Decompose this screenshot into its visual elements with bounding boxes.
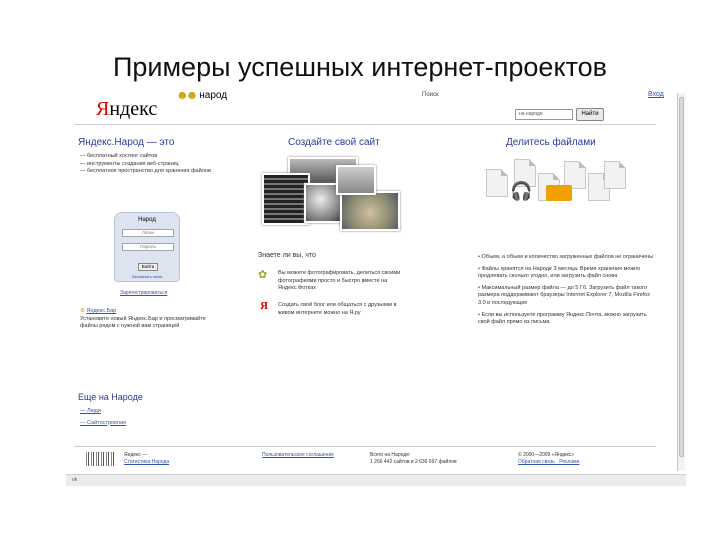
more-title: Еще на Народе (78, 392, 143, 402)
register-link[interactable]: Зарегистрироваться (120, 290, 167, 296)
login-button[interactable]: Войти (138, 263, 158, 271)
site-collage-image (260, 155, 410, 235)
header-divider (74, 124, 656, 125)
password-input[interactable]: Пароль (122, 243, 174, 251)
file-features-list: • Объем, а объем и количество загруженны… (478, 254, 654, 327)
fact-yaru: Создать свой блог или общаться с друзьям… (278, 302, 397, 316)
create-site-title[interactable]: Создайте свой сайт (288, 137, 380, 148)
search-button[interactable]: Найти (576, 108, 604, 121)
feature-item: • Если вы используете программу Яндекс.П… (478, 311, 647, 326)
footer-stats: Всего на Народе: 1 266 442 сайтов и 2 63… (370, 452, 457, 465)
login-title: Народ (138, 217, 156, 223)
fact-fotki: Вы можете фотографировать, делиться свои… (278, 270, 401, 292)
people-icon: ☻☻ (176, 88, 198, 102)
footer-copyright: © 2000—2009 «Яндекс» Обратная связь · Ре… (518, 452, 580, 465)
update-block: ⚙ Яндекс.Бар Установите новый Яндекс.Бар… (80, 308, 206, 330)
footer-col1: Яндекс — Статистика Народа (124, 452, 170, 465)
feature-item: • Объем, а объем и количество загруженны… (478, 254, 654, 260)
file-icons-image: 🎧 (480, 155, 630, 225)
share-files-title[interactable]: Делитесь файлами (506, 137, 596, 148)
yandex-logo[interactable]: Яндекс (96, 98, 157, 121)
scrollbar-thumb[interactable] (679, 97, 684, 457)
did-you-know-title: Знаете ли вы, что (258, 252, 316, 259)
search-scope-label: Поиск (422, 92, 439, 98)
login-form: Народ Логин Пароль Войти Запомнить меня (114, 212, 180, 282)
about-list: — бесплатный хостинг сайтов — инструмент… (80, 153, 211, 175)
enter-link[interactable]: Вход (648, 91, 664, 98)
fotki-icon: ✿ (258, 269, 268, 281)
feature-item: • Файлы хранятся на Народе 3 месяца. Вре… (478, 265, 641, 280)
feature-item: • Максимальный размер файла — до 5 Гб. З… (478, 284, 651, 306)
status-bar: ok (66, 474, 686, 486)
yaru-icon: Я (260, 300, 268, 312)
barcode-icon (86, 452, 116, 466)
slide-title: Примеры успешных интернет-проектов (112, 52, 607, 82)
narod-logo[interactable]: ☻☻ народ (176, 88, 227, 102)
search-input[interactable]: на народе (515, 109, 573, 120)
footer-divider (74, 446, 656, 447)
more-list: — Люди — Сайтостроение (80, 408, 127, 426)
yandex-bar-icon: ⚙ (80, 308, 85, 314)
film-icon (546, 185, 572, 201)
headphones-icon: 🎧 (510, 181, 533, 201)
login-input[interactable]: Логин (122, 229, 174, 237)
about-title: Яндекс.Народ — это (78, 137, 175, 148)
remember-me[interactable]: Запомнить меня (115, 274, 179, 279)
footer-agreement-link[interactable]: Пользовательское соглашение (262, 452, 334, 460)
vertical-scrollbar[interactable] (677, 93, 685, 471)
